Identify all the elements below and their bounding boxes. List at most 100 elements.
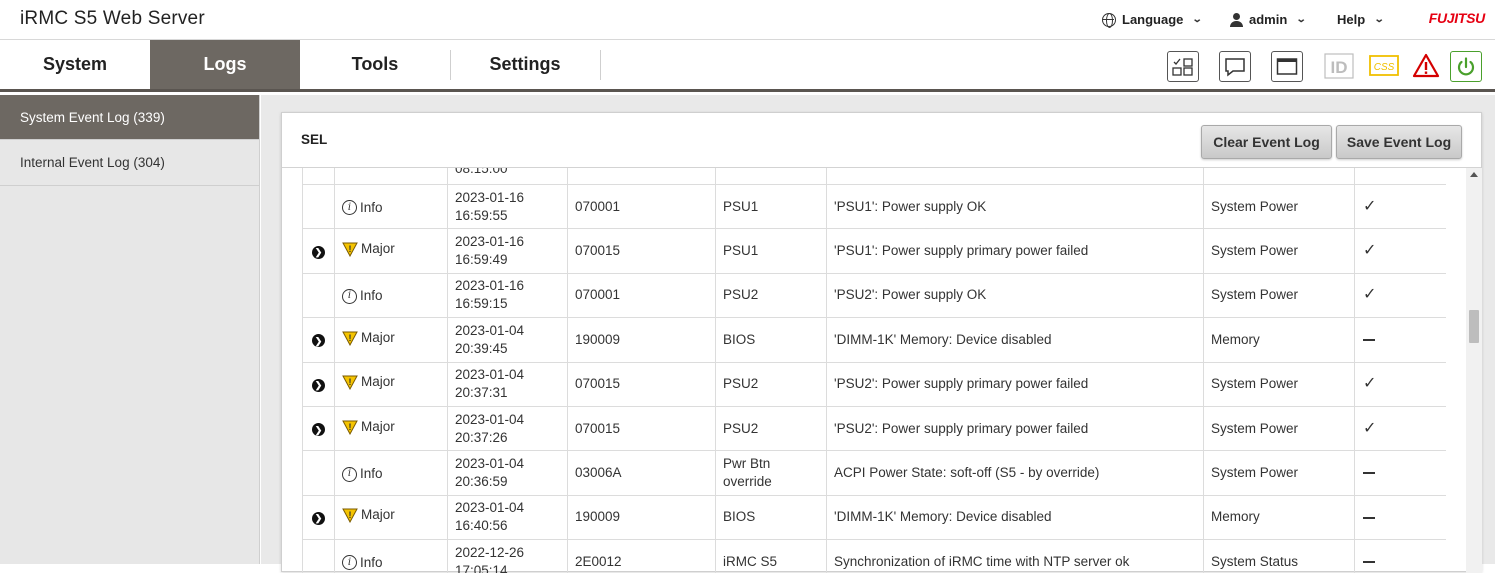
ack-cell: ✓ (1354, 405, 1446, 452)
source-cell: PSU2 (715, 361, 827, 407)
expand-arrow-icon[interactable]: ❯ (312, 334, 325, 348)
dash-icon (1363, 516, 1375, 519)
expand-cell[interactable]: ❯ (302, 361, 335, 407)
user-icon (1229, 12, 1243, 27)
tab-tools[interactable]: Tools (300, 40, 450, 89)
sidebar-item-internal-event-log[interactable]: Internal Event Log (304) (0, 140, 259, 186)
main-nav: System Logs Tools Settings ID CSS (0, 40, 1495, 92)
table-row[interactable]: ❯! Major 2023-01-04 20:37:31 070015 PSU2 'PSU2… (302, 361, 1446, 407)
top-header: iRMC S5 Web Server Language ⌄ admin ⌄ He… (0, 0, 1495, 40)
vertical-scrollbar[interactable] (1466, 168, 1482, 573)
date-cell: 2023-01-04 20:37:31 (447, 361, 568, 407)
event-date: 2023-01-04 (455, 456, 525, 472)
event-time: 17:05:14 (455, 562, 508, 573)
table-row[interactable]: ❯! Major 2023-01-04 16:40:56 190009 BIOS 'DIMM… (302, 494, 1446, 541)
scroll-thumb[interactable] (1469, 310, 1479, 343)
sidebar-item-system-event-log[interactable]: System Event Log (339) (0, 95, 259, 140)
identify-led-button[interactable]: ID (1323, 50, 1355, 82)
severity-cell: ! Major (334, 405, 448, 452)
tab-system[interactable]: System (0, 40, 150, 89)
description-cell: 'DIMM-1K' Memory: Device disabled (826, 317, 1204, 363)
severity-label: Info (360, 288, 383, 304)
info-icon: i (342, 555, 357, 571)
date-cell: 2022-12-26 17:05:14 (447, 539, 568, 573)
message-button[interactable] (1219, 51, 1251, 82)
table-row[interactable]: ❯! Major 2023-01-04 20:37:26 070015 PSU2 'PSU2… (302, 405, 1446, 452)
css-button[interactable]: CSS (1368, 50, 1400, 82)
user-menu[interactable]: admin ⌄ (1229, 12, 1307, 27)
clear-event-log-button[interactable]: Clear Event Log (1201, 125, 1332, 159)
ack-cell (1354, 494, 1446, 541)
date-cell: 2023-01-04 20:39:45 (447, 317, 568, 363)
expand-arrow-icon[interactable]: ❯ (312, 378, 325, 392)
console-button[interactable] (1271, 51, 1303, 82)
table-row: i Info 2023-01-16 16:59:15 070001 PSU2 'PSU2':… (302, 272, 1446, 319)
table-row[interactable]: ❯ ! Major 2023-01-04 20:39:45 190009 BIOS 'DIMM… (302, 317, 1446, 363)
date-cell: 2023-01-04 16:40:56 (447, 494, 568, 541)
expand-cell (302, 539, 335, 573)
dash-icon (1363, 561, 1375, 564)
tab-settings[interactable]: Settings (450, 40, 600, 89)
table-row[interactable]: ❯! Major 2023-01-16 16:59:49 070015 PSU1 'PSU1… (302, 228, 1446, 274)
major-warning-icon: ! (342, 508, 358, 524)
identify-id-icon: ID (1324, 53, 1354, 79)
severity-label: Major (361, 241, 395, 257)
id-cell: 03006A (567, 450, 716, 496)
table-row: i Info 2023-01-16 16:59:55 070001 PSU1 'PSU1':… (302, 183, 1446, 230)
save-event-log-button[interactable]: Save Event Log (1336, 125, 1462, 159)
language-menu[interactable]: Language ⌄ (1102, 12, 1203, 28)
type-cell: System Power (1203, 361, 1355, 407)
expand-arrow-icon[interactable]: ❯ (312, 423, 325, 437)
scroll-up-arrow-icon[interactable] (1470, 172, 1478, 177)
svg-text:CSS: CSS (1374, 62, 1395, 73)
warning-button[interactable] (1410, 50, 1442, 82)
source-cell: BIOS (715, 317, 827, 363)
date-cell: 2023-01-04 20:36:59 (447, 450, 568, 496)
major-warning-icon: ! (342, 375, 358, 391)
severity-cell: ! Major (334, 494, 448, 541)
console-icon (1276, 57, 1298, 75)
overview-icon (1172, 57, 1193, 76)
description-cell: 'PSU2': Power supply primary power faile… (826, 361, 1204, 407)
date-cell: 2023-01-16 16:59:49 (447, 228, 568, 274)
info-icon: i (342, 200, 357, 216)
major-warning-icon: ! (342, 242, 358, 258)
css-icon: CSS (1369, 55, 1399, 76)
event-time: 16:59:15 (455, 296, 508, 312)
panel-title: SEL (301, 132, 328, 147)
expand-cell[interactable]: ❯ (302, 228, 335, 274)
severity-label: Major (361, 507, 395, 523)
overview-button[interactable] (1167, 51, 1199, 82)
ack-cell (1354, 168, 1446, 185)
tab-logs[interactable]: Logs (150, 40, 300, 89)
help-menu[interactable]: Help ⌄ (1337, 12, 1385, 27)
description-cell: 'PSU1': Power supply OK (826, 183, 1204, 230)
severity-label: Info (360, 199, 383, 215)
id-cell: 190009 (567, 494, 716, 541)
id-cell: 2E0012 (567, 539, 716, 573)
severity-label: Info (360, 466, 383, 482)
event-time: 16:59:49 (455, 252, 508, 268)
expand-cell[interactable]: ❯ (302, 317, 335, 363)
dash-icon (1363, 339, 1375, 342)
expand-cell[interactable]: ❯ (302, 494, 335, 541)
id-cell: 190009 (567, 317, 716, 363)
chevron-down-icon: ⌄ (1373, 14, 1385, 25)
dash-icon (1363, 472, 1375, 475)
power-button[interactable] (1450, 51, 1482, 82)
id-cell: 070015 (567, 228, 716, 274)
expand-arrow-icon[interactable]: ❯ (312, 511, 325, 525)
expand-cell[interactable]: ❯ (302, 405, 335, 452)
severity-label: Major (361, 418, 395, 434)
event-date: 2023-01-04 (455, 500, 525, 516)
ack-cell: ✓ (1354, 183, 1446, 230)
language-label: Language (1122, 12, 1184, 27)
date-cell: 2023-01-04 20:37:26 (447, 405, 568, 452)
expand-arrow-icon[interactable]: ❯ (312, 245, 325, 259)
type-cell (1203, 168, 1355, 185)
severity-cell: ! Major (334, 361, 448, 407)
major-warning-icon: ! (342, 420, 358, 435)
severity-cell: ! Major (334, 228, 448, 274)
severity-cell: ! Major (334, 317, 448, 363)
main-content: SEL Clear Event Log Save Event Log 08:15… (261, 95, 1495, 573)
